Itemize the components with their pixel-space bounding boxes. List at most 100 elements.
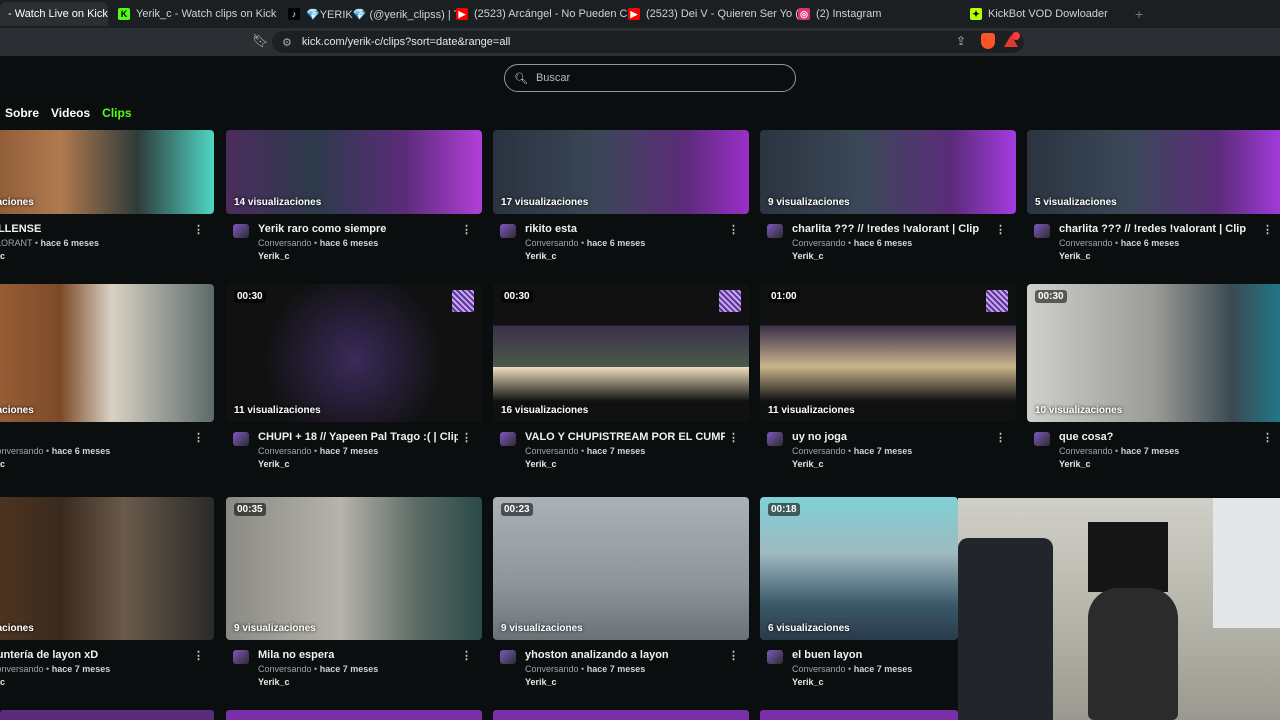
clip-category[interactable]: Conversando [0,664,44,674]
clip-channel[interactable]: Yerik_c [792,251,824,261]
clip-category[interactable]: Conversando [525,446,579,456]
clip-channel[interactable]: e_c [0,251,5,261]
clip-thumbnail[interactable]: 9 visualizaciones [760,130,1016,214]
clip-channel[interactable]: e_c [0,459,5,469]
more-options-icon[interactable]: ⋮ [193,649,204,662]
clip-card[interactable]: isualizaciones puntería de layon xD Conv… [0,497,214,702]
tab-instagram[interactable]: ◎ (2) Instagram [790,2,966,26]
clip-thumbnail[interactable]: 14 visualizaciones [226,130,482,214]
clip-channel[interactable]: Yerik_c [792,677,824,687]
more-options-icon[interactable]: ⋮ [728,649,739,662]
clip-title[interactable]: Yerik raro como siempre [258,223,458,235]
more-options-icon[interactable]: ⋮ [461,649,472,662]
clip-title[interactable]: el buen layon [792,649,942,661]
clip-title[interactable]: VALO Y CHUPISTREAM POR EL CUMPL... [525,431,725,443]
clip-title[interactable]: charlita ??? // !redes !valorant | Clip [1059,223,1259,235]
clip-channel[interactable]: Yerik_c [1059,459,1091,469]
channel-avatar[interactable] [767,650,783,664]
more-options-icon[interactable]: ⋮ [1262,223,1273,236]
clip-thumbnail-partial[interactable] [0,710,214,720]
clip-category[interactable]: Conversando [258,446,312,456]
more-options-icon[interactable]: ⋮ [461,431,472,444]
clip-card[interactable]: 5 visualizaciones charlita ??? // !redes… [1027,130,1280,276]
share-icon[interactable]: ⇪ [956,34,966,48]
clip-category[interactable]: Conversando [1059,446,1113,456]
clip-category[interactable]: ALORANT [0,238,32,248]
clip-category[interactable]: Conversando [258,238,312,248]
clip-channel[interactable]: Yerik_c [525,459,557,469]
clip-category[interactable]: Conversando [792,238,846,248]
tab-tiktok[interactable]: ♪ 💎YERIK💎 (@yerik_clipss) | TikTok [280,2,456,26]
clip-title[interactable]: rikito esta [525,223,725,235]
clip-category[interactable]: Conversando [1059,238,1113,248]
clip-thumbnail[interactable]: 00:18 6 visualizaciones [760,497,958,640]
clip-thumbnail[interactable]: isualizaciones [0,284,214,422]
clip-title[interactable]: uy no joga [792,431,992,443]
channel-avatar[interactable] [500,432,516,446]
tab-kick-live[interactable]: - Watch Live on Kick ✕ [0,2,108,26]
clip-channel[interactable]: Yerik_c [792,459,824,469]
channel-avatar[interactable] [767,432,783,446]
more-options-icon[interactable]: ⋮ [1262,431,1273,444]
bookmark-icon[interactable]: 🔖︎ [252,33,269,49]
channel-avatar[interactable] [233,650,249,664]
channel-avatar[interactable] [1034,432,1050,446]
tab-kick-clips[interactable]: K Yerik_c - Watch clips on Kick [110,2,286,26]
clip-thumbnail[interactable]: isualizaciones [0,497,214,640]
clip-category[interactable]: Conversando [792,446,846,456]
clip-thumbnail[interactable]: 00:30 16 visualizaciones [493,284,749,422]
channel-avatar[interactable] [233,224,249,238]
clip-title[interactable]: l [0,431,190,443]
site-info-icon[interactable]: ⚙ [282,36,292,49]
search-input[interactable]: 🔍︎ Buscar [504,64,796,92]
clip-card[interactable]: 00:18 6 visualizaciones el buen layon Co… [760,497,958,702]
channel-avatar[interactable] [500,224,516,238]
clip-thumbnail-partial[interactable] [760,710,958,720]
clip-card[interactable]: 00:23 9 visualizaciones yhoston analizan… [493,497,749,702]
clip-title[interactable]: Mila no espera [258,649,458,661]
clip-channel[interactable]: Yerik_c [258,459,290,469]
clip-thumbnail-partial[interactable] [493,710,749,720]
clip-thumbnail-partial[interactable] [226,710,482,720]
clip-card[interactable]: 17 visualizaciones rikito esta Conversan… [493,130,749,276]
tab-sobre[interactable]: Sobre [5,106,39,120]
more-options-icon[interactable]: ⋮ [193,431,204,444]
clip-title[interactable]: ALLENSE [0,223,190,235]
clip-channel[interactable]: e_c [0,677,5,687]
clip-thumbnail[interactable]: 00:23 9 visualizaciones [493,497,749,640]
tab-youtube-deiv[interactable]: ▶ (2523) Dei V - Quieren Ser Yo (Video [620,2,801,26]
clip-card[interactable]: isualizaciones l Conversando • hace 6 me… [0,284,214,484]
clip-category[interactable]: Conversando [525,238,579,248]
more-options-icon[interactable]: ⋮ [728,431,739,444]
tab-clips[interactable]: Clips [102,106,131,120]
clip-category[interactable]: Conversando [0,446,44,456]
clip-channel[interactable]: Yerik_c [258,251,290,261]
clip-card[interactable]: 00:30 11 visualizaciones CHUPI + 18 // Y… [226,284,482,484]
clip-card[interactable]: 00:35 9 visualizaciones Mila no espera C… [226,497,482,702]
clip-title[interactable]: yhoston analizando a layon [525,649,725,661]
more-options-icon[interactable]: ⋮ [193,223,204,236]
clip-title[interactable]: CHUPI + 18 // Yapeen Pal Trago :( | Clip [258,431,458,443]
clip-title[interactable]: puntería de layon xD [0,649,190,661]
brave-shield-icon[interactable] [981,33,995,49]
clip-category[interactable]: Conversando [258,664,312,674]
clip-category[interactable]: Conversando [525,664,579,674]
clip-thumbnail[interactable]: 01:00 11 visualizaciones [760,284,1016,422]
channel-avatar[interactable] [767,224,783,238]
channel-avatar[interactable] [1034,224,1050,238]
clip-title[interactable]: charlita ??? // !redes !valorant | Clip [792,223,992,235]
clip-thumbnail[interactable]: isualizaciones [0,130,214,214]
clip-channel[interactable]: Yerik_c [258,677,290,687]
more-options-icon[interactable]: ⋮ [995,431,1006,444]
clip-channel[interactable]: Yerik_c [525,251,557,261]
clip-card[interactable]: isualizaciones ALLENSE ALORANT • hace 6 … [0,130,214,276]
clip-thumbnail[interactable]: 00:30 11 visualizaciones [226,284,482,422]
tab-youtube-arcangel[interactable]: ▶ (2523) Arcángel - No Pueden Con El [448,2,629,26]
clip-card[interactable]: 00:30 10 visualizaciones que cosa? Conve… [1027,284,1280,484]
clip-thumbnail[interactable]: 00:30 10 visualizaciones [1027,284,1280,422]
more-options-icon[interactable]: ⋮ [461,223,472,236]
clip-channel[interactable]: Yerik_c [1059,251,1091,261]
channel-avatar[interactable] [500,650,516,664]
tab-kickbot[interactable]: ✦ KickBot VOD Dowloader [962,2,1143,26]
clip-title[interactable]: que cosa? [1059,431,1259,443]
